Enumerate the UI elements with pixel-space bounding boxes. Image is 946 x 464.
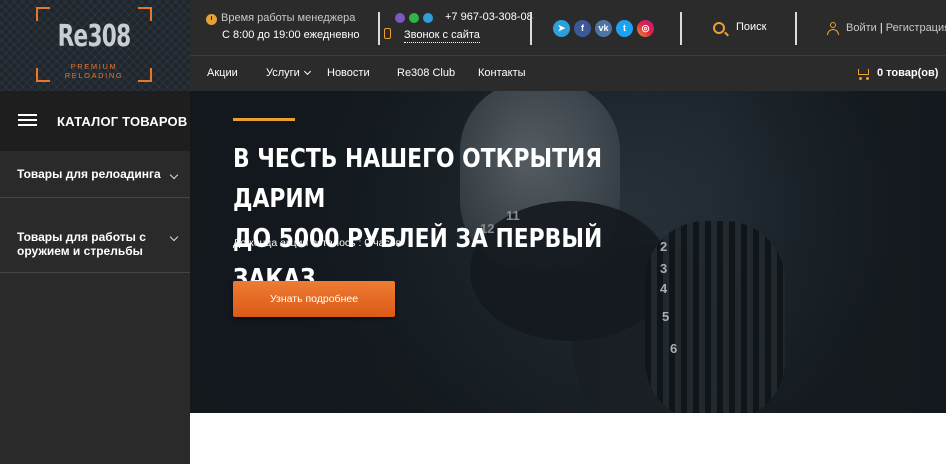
logo[interactable]: Re308 PREMIUM RELOADING — [0, 0, 190, 91]
catalog-item-weapons[interactable]: Товары для работы с оружием и стрельбы — [0, 198, 190, 273]
twitter-icon[interactable]: t — [616, 20, 633, 37]
auth-links: Войти | Регистрация — [846, 22, 946, 34]
catalog-title: КАТАЛОГ ТОВАРОВ — [57, 114, 188, 129]
main-nav: Акции Услуги Новости Re308 Club Контакты… — [190, 56, 946, 91]
phone-number[interactable]: +7 967-03-308-08 — [445, 11, 533, 23]
search-button[interactable]: Поиск — [736, 21, 766, 33]
learn-more-button[interactable]: Узнать подробнее — [233, 281, 395, 317]
hero-title-line: В ЧЕСТЬ НАШЕГО ОТКРЫТИЯ ДАРИМ — [233, 144, 603, 214]
nav-item-club[interactable]: Re308 Club — [397, 67, 455, 79]
logo-corner — [36, 7, 50, 21]
hero-banner: 12 11 2 3 4 5 6 В ЧЕСТЬ НАШЕГО ОТКРЫТИЯ … — [190, 91, 946, 413]
catalog-item-label: Товары для работы с оружием и стрельбы — [17, 230, 146, 258]
catalog-header[interactable]: КАТАЛОГ ТОВАРОВ — [0, 91, 190, 151]
cart-icon[interactable] — [856, 67, 872, 80]
user-icon[interactable] — [827, 22, 839, 35]
hero-accent-line — [233, 118, 295, 121]
nav-item-contacts[interactable]: Контакты — [478, 67, 526, 79]
login-link[interactable]: Войти — [846, 22, 877, 34]
clock-icon — [206, 14, 217, 25]
work-hours-label: Время работы менеджера — [221, 12, 356, 24]
nav-item-news[interactable]: Новости — [327, 67, 370, 79]
catalog-item-reloading[interactable]: Товары для релоадинга — [0, 151, 190, 198]
catalog-item-label: Товары для релоадинга — [17, 167, 161, 181]
cart-count[interactable]: 0 товар(ов) — [877, 67, 938, 79]
divider — [680, 12, 682, 45]
promo-timer: До конца акции осталось : 0 часов — [233, 237, 402, 249]
chevron-down-icon — [169, 232, 179, 242]
viber-icon[interactable] — [395, 13, 405, 23]
logo-text: Re308 — [57, 19, 131, 54]
whatsapp-icon[interactable] — [409, 13, 419, 23]
divider — [378, 12, 380, 45]
register-link[interactable]: Регистрация — [886, 22, 946, 34]
chevron-down-icon — [303, 67, 311, 76]
nav-item-promotions[interactable]: Акции — [207, 67, 238, 79]
divider — [795, 12, 797, 45]
hero-title: В ЧЕСТЬ НАШЕГО ОТКРЫТИЯ ДАРИМ ДО 5000 РУ… — [233, 139, 670, 299]
vk-icon[interactable]: vk — [595, 20, 612, 37]
logo-corner — [138, 7, 152, 21]
callback-link[interactable]: Звонок с сайта — [404, 29, 480, 43]
menu-icon[interactable] — [18, 114, 37, 127]
nav-item-label: Услуги — [266, 67, 300, 79]
chevron-down-icon — [169, 170, 179, 180]
header-top-row: Время работы менеджера С 8:00 до 19:00 е… — [190, 0, 946, 56]
logo-subtitle: PREMIUM RELOADING — [64, 62, 124, 80]
facebook-icon[interactable]: f — [574, 20, 591, 37]
telegram-icon[interactable] — [423, 13, 433, 23]
telegram-icon[interactable]: ➤ — [553, 20, 570, 37]
site-header: Re308 PREMIUM RELOADING Время работы мен… — [0, 0, 946, 91]
search-icon[interactable] — [713, 22, 725, 34]
catalog-sidebar: КАТАЛОГ ТОВАРОВ Товары для релоадинга То… — [0, 91, 190, 464]
auth-separator: | — [879, 22, 883, 34]
nav-item-services[interactable]: Услуги — [266, 67, 311, 79]
divider — [530, 12, 532, 45]
phone-icon — [384, 28, 391, 39]
instagram-icon[interactable]: ◎ — [637, 20, 654, 37]
work-hours-value: С 8:00 до 19:00 ежедневно — [222, 29, 360, 41]
logo-frame: Re308 PREMIUM RELOADING — [36, 7, 152, 82]
